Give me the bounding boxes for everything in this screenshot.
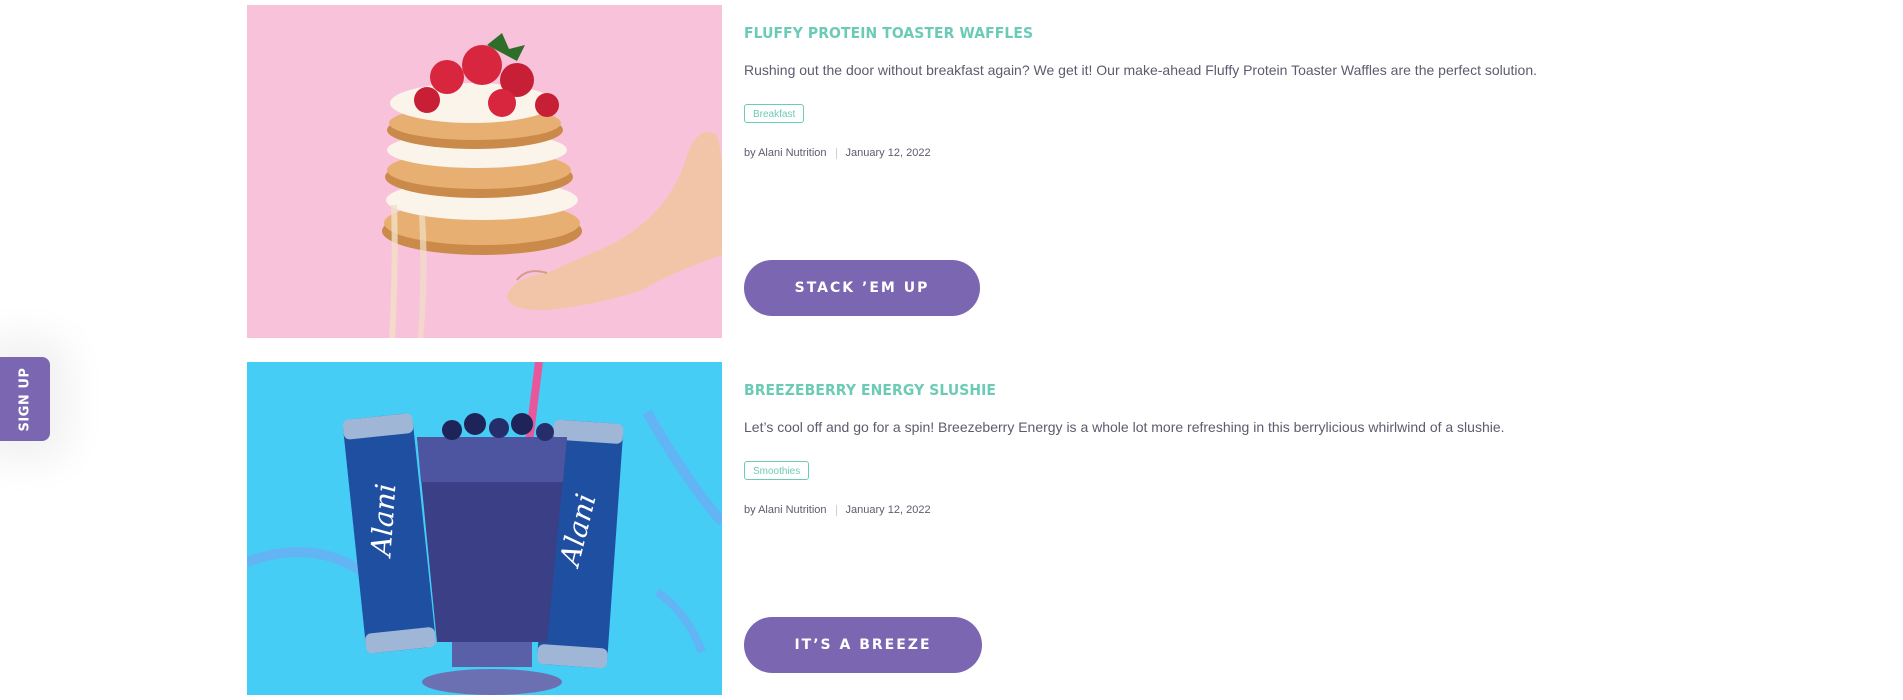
article-title[interactable]: FLUFFY PROTEIN TOASTER WAFFLES [744,24,1033,42]
category-tag[interactable]: Breakfast [744,104,805,123]
article-description: Let’s cool off and go for a spin! Breeze… [744,419,1505,435]
article-card: Alani Alani BREEZEBERRY ENERGY SLUSHIE L… [247,362,1697,695]
article-date: January 12, 2022 [845,504,931,516]
article-author: by Alani Nutrition [744,147,827,159]
meta-divider [835,504,837,516]
category-tag[interactable]: Smoothies [744,461,810,480]
article-image[interactable]: Alani Alani [247,362,722,695]
article-card: FLUFFY PROTEIN TOASTER WAFFLES Rushing o… [247,5,1697,338]
meta-divider [835,147,837,159]
article-author: by Alani Nutrition [744,504,827,516]
slushie-image-illustration: Alani Alani [247,362,722,695]
article-meta: by Alani Nutrition January 12, 2022 [744,504,931,516]
svg-text:Alani: Alani [364,482,402,560]
read-recipe-button[interactable]: IT’S A BREEZE [744,617,982,673]
read-recipe-button[interactable]: STACK ’EM UP [744,260,980,316]
article-description: Rushing out the door without breakfast a… [744,62,1537,78]
article-meta: by Alani Nutrition January 12, 2022 [744,147,931,159]
article-image[interactable] [247,5,722,338]
signup-label: SIGN UP [17,367,33,431]
signup-tab[interactable]: SIGN UP [0,357,50,441]
article-date: January 12, 2022 [845,147,931,159]
waffles-image-illustration [247,5,722,338]
article-title[interactable]: BREEZEBERRY ENERGY SLUSHIE [744,381,996,399]
